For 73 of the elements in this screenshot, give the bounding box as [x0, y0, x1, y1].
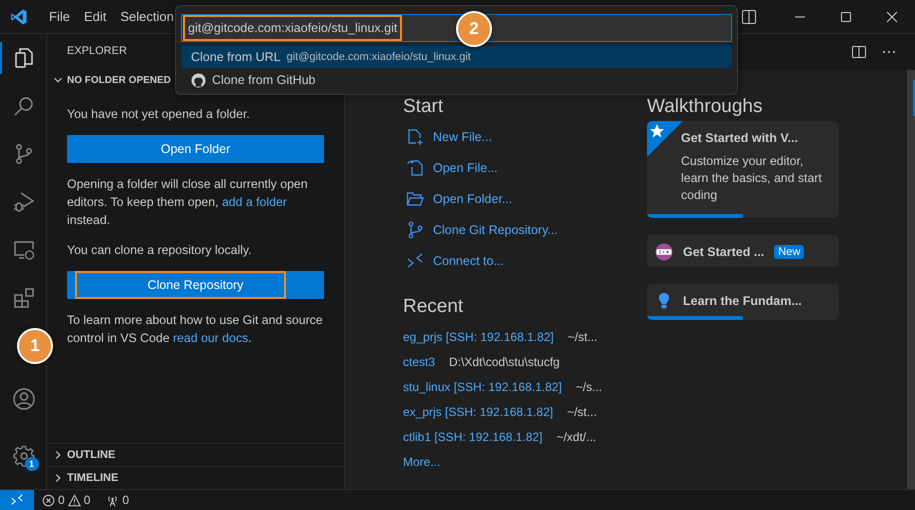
- remote-icon: [406, 252, 424, 270]
- callout-marker: 2: [456, 11, 492, 47]
- start-heading: Start: [403, 96, 444, 118]
- open-folder-button[interactable]: Open Folder: [67, 135, 324, 163]
- new-badge: New: [774, 245, 804, 259]
- remote-icon: [10, 493, 24, 507]
- error-icon: [42, 494, 55, 506]
- manage-button[interactable]: 1: [0, 431, 46, 481]
- walkthrough-card[interactable]: Get Started ... New: [647, 235, 839, 267]
- add-folder-link[interactable]: add a folder: [222, 195, 287, 209]
- folder-icon: [406, 190, 424, 208]
- vscode-logo-icon: [10, 8, 28, 26]
- start-link[interactable]: Clone Git Repository...: [433, 222, 558, 236]
- walkthrough-title: Learn the Fundam...: [683, 294, 802, 308]
- warning-icon: [68, 494, 81, 506]
- more-link[interactable]: More...: [403, 454, 440, 468]
- github-icon: [191, 72, 206, 88]
- item-detail: git@gitcode.com:xiaofeio/stu_linux.git: [286, 51, 471, 63]
- error-count: 0: [58, 493, 65, 507]
- settings-icon: [12, 444, 36, 468]
- section-header[interactable]: OUTLINE: [47, 443, 344, 466]
- recent-heading: Recent: [403, 296, 464, 318]
- recent-path: ~/st...: [568, 330, 598, 344]
- walkthrough-title: Get Started ...: [683, 245, 764, 259]
- walkthroughs-heading: Walkthroughs: [647, 96, 764, 118]
- message-text: You can clone a repository locally.: [67, 242, 253, 259]
- layout-icon[interactable]: [741, 8, 757, 24]
- explorer-title: EXPLORER: [67, 44, 127, 59]
- start-link[interactable]: Open Folder...: [433, 192, 512, 206]
- new-file-icon: [406, 128, 424, 146]
- walkthrough-title: Get Started with V...: [680, 131, 798, 145]
- problems-button[interactable]: 0 0: [34, 493, 98, 507]
- recent-path: ~/s...: [576, 380, 602, 394]
- notification-badge: 1: [24, 457, 38, 471]
- menu-item[interactable]: Edit: [76, 9, 114, 24]
- recent-link[interactable]: ctlib1 [SSH: 192.168.1.82]: [403, 430, 542, 444]
- star-corner-icon: [647, 121, 683, 157]
- branch-icon: [406, 220, 424, 238]
- message-text: You have not yet opened a folder.: [67, 106, 251, 123]
- message-text: To learn more about how to use Git and source control in VS Code read our docs.: [67, 312, 324, 347]
- recent-path: ~/st...: [567, 404, 597, 418]
- recent-link[interactable]: ctest3: [403, 354, 436, 368]
- ports-button[interactable]: 0: [98, 493, 138, 507]
- menu-item[interactable]: File: [42, 9, 77, 24]
- extensions-icon: [12, 286, 36, 310]
- account-icon: [12, 387, 36, 411]
- recent-path: D:\Xdt\cod\stu\stucfg: [449, 354, 560, 368]
- ports-count: 0: [122, 493, 130, 507]
- section-header[interactable]: NO FOLDER OPENED: [47, 69, 171, 91]
- start-link[interactable]: New File...: [433, 130, 492, 144]
- walkthrough-card[interactable]: Get Started with V... Customize your editor, learn the basics, and start coding: [647, 121, 839, 218]
- start-link[interactable]: Open File...: [433, 160, 498, 174]
- clone-repository-button[interactable]: Clone Repository: [67, 271, 324, 299]
- warning-count: 0: [84, 493, 90, 507]
- walkthrough-description: Customize your editor, learn the basics, and start coding: [681, 153, 823, 204]
- quick-pick-item[interactable]: Clone from URL git@gitcode.com:xiaofeio/stu_linux.git: [181, 46, 732, 68]
- split-editor-icon[interactable]: [851, 44, 867, 60]
- docs-link[interactable]: read our docs: [172, 331, 248, 345]
- antenna-icon: [106, 494, 120, 506]
- run-debug-icon: [12, 190, 36, 214]
- recent-link[interactable]: eg_prjs [SSH: 192.168.1.82]: [403, 330, 554, 344]
- remote-button[interactable]: [0, 490, 34, 510]
- close-icon[interactable]: [884, 8, 900, 24]
- start-link[interactable]: Connect to...: [433, 254, 504, 268]
- message-text: Opening a folder will close all currently open editors. To keep them open, add a folder instead.: [67, 176, 309, 229]
- recent-link[interactable]: ex_prjs [SSH: 192.168.1.82]: [403, 404, 554, 418]
- walkthrough-card[interactable]: Learn the Fundam...: [647, 284, 839, 320]
- recent-path: ~/xdt/...: [556, 430, 596, 444]
- recent-link[interactable]: stu_linux [SSH: 192.168.1.82]: [403, 380, 562, 394]
- open-file-icon: [406, 158, 424, 176]
- cpp-icon: [655, 243, 673, 261]
- scrollbar[interactable]: [907, 70, 915, 489]
- quick-pick-item[interactable]: Clone from GitHub: [181, 69, 732, 91]
